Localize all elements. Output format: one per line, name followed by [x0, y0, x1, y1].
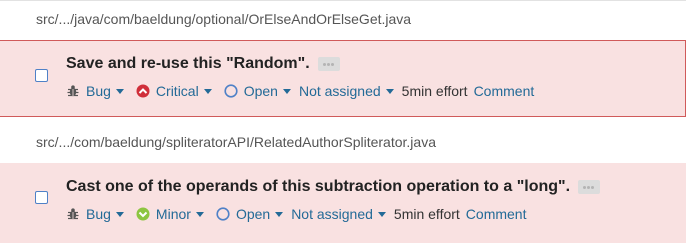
type-dropdown[interactable]: Bug	[66, 83, 124, 99]
chevron-down-icon	[385, 88, 394, 94]
assignee-dropdown[interactable]: Not assigned	[291, 206, 386, 222]
comment-link[interactable]: Comment	[474, 83, 535, 99]
chevron-down-icon	[377, 211, 386, 217]
issue-meta: Bug Critical Open Not assigned 5min effo…	[66, 83, 534, 99]
status-dropdown[interactable]: Open	[216, 206, 284, 222]
issue-meta: Bug Minor Open Not assigned 5min effort …	[66, 206, 526, 222]
issue-checkbox[interactable]	[35, 191, 48, 204]
file-path[interactable]: src/.../java/com/baeldung/optional/OrEls…	[36, 11, 411, 27]
severity-label: Minor	[155, 206, 191, 222]
chevron-down-icon	[275, 211, 284, 217]
chevron-down-icon	[115, 88, 124, 94]
assignee-label: Not assigned	[291, 206, 373, 222]
minor-severity-icon	[136, 207, 150, 221]
effort-label: 5min effort	[401, 83, 468, 99]
file-header: src/.../com/baeldung/spliteratorAPI/Rela…	[0, 124, 686, 164]
issue-title-row: Cast one of the operands of this subtrac…	[66, 178, 601, 196]
status-dropdown[interactable]: Open	[224, 83, 291, 99]
assignee-dropdown[interactable]: Not assigned	[299, 83, 394, 99]
effort-label: 5min effort	[393, 206, 460, 222]
issue-row[interactable]: Cast one of the operands of this subtrac…	[0, 163, 686, 243]
file-header: src/.../java/com/baeldung/optional/OrEls…	[0, 0, 686, 40]
issue-title-row: Save and re-use this "Random".	[66, 55, 340, 73]
status-label: Open	[243, 83, 278, 99]
issue-message[interactable]: Cast one of the operands of this subtrac…	[66, 178, 570, 196]
severity-label: Critical	[155, 83, 199, 99]
critical-severity-icon	[136, 84, 150, 98]
type-dropdown[interactable]: Bug	[66, 206, 124, 222]
more-options-icon[interactable]	[578, 180, 601, 194]
issue-row[interactable]: Save and re-use this "Random". Bug Criti…	[0, 40, 686, 117]
chevron-down-icon	[282, 88, 291, 94]
type-label: Bug	[86, 83, 111, 99]
more-options-icon[interactable]	[317, 57, 340, 71]
file-path[interactable]: src/.../com/baeldung/spliteratorAPI/Rela…	[36, 134, 436, 150]
chevron-down-icon	[115, 211, 124, 217]
comment-link[interactable]: Comment	[466, 206, 527, 222]
open-status-icon	[224, 84, 238, 98]
assignee-label: Not assigned	[298, 83, 381, 99]
bug-icon	[66, 207, 80, 221]
issue-checkbox[interactable]	[35, 69, 48, 82]
status-label: Open	[235, 206, 271, 222]
open-status-icon	[216, 207, 230, 221]
bug-icon	[66, 84, 80, 98]
chevron-down-icon	[203, 88, 212, 94]
severity-dropdown[interactable]: Critical	[136, 83, 212, 99]
severity-dropdown[interactable]: Minor	[136, 206, 204, 222]
issue-message[interactable]: Save and re-use this "Random".	[66, 55, 310, 73]
chevron-down-icon	[195, 211, 204, 217]
type-label: Bug	[86, 206, 111, 222]
